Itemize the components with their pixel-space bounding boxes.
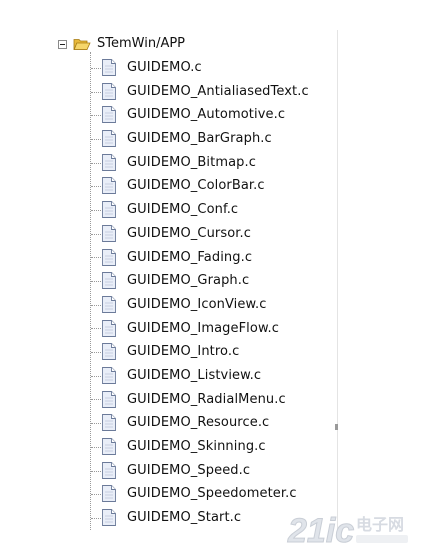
file-item[interactable]: GUIDEMO_ColorBar.c [0, 174, 337, 198]
source-file-icon [102, 485, 116, 503]
file-item-label[interactable]: GUIDEMO_IconView.c [127, 293, 267, 317]
file-item[interactable]: GUIDEMO_Intro.c [0, 340, 337, 364]
file-item[interactable]: GUIDEMO_Resource.c [0, 411, 337, 435]
source-file-icon [102, 295, 116, 313]
file-item-label[interactable]: GUIDEMO_Conf.c [127, 198, 238, 222]
source-file-icon [102, 248, 116, 266]
file-item[interactable]: GUIDEMO_IconView.c [0, 293, 337, 317]
file-item-label[interactable]: GUIDEMO_Bitmap.c [127, 151, 256, 175]
collapse-minus-icon[interactable] [58, 39, 67, 49]
file-item[interactable]: GUIDEMO_Cursor.c [0, 222, 337, 246]
source-file-icon [102, 177, 116, 195]
file-item[interactable]: GUIDEMO_Graph.c [0, 269, 337, 293]
tree-root-node[interactable]: STemWin/APP [58, 34, 185, 54]
source-file-icon [102, 319, 116, 337]
source-file-icon [102, 272, 116, 290]
source-file-icon [102, 366, 116, 384]
file-item-label[interactable]: GUIDEMO_Graph.c [127, 269, 249, 293]
tree-connector-line [91, 209, 101, 211]
file-item[interactable]: GUIDEMO_BarGraph.c [0, 127, 337, 151]
tree-connector-line [91, 446, 101, 448]
pane-border [337, 30, 338, 530]
file-item-label[interactable]: GUIDEMO_Listview.c [127, 364, 261, 388]
tree-connector-line [91, 115, 101, 117]
source-file-icon [102, 106, 116, 124]
file-item-label[interactable]: GUIDEMO_Speed.c [127, 459, 250, 483]
file-item-label[interactable]: GUIDEMO_Fading.c [127, 246, 252, 270]
file-item[interactable]: GUIDEMO_Conf.c [0, 198, 337, 222]
source-file-icon [102, 59, 116, 76]
tree-connector-line [91, 281, 101, 283]
source-file-icon [102, 509, 116, 527]
file-list: GUIDEMO.c GUIDEMO_AntialiasedText.c GUIDEM… [0, 56, 337, 530]
source-file-icon [102, 438, 116, 455]
source-file-icon [102, 461, 116, 479]
file-item[interactable]: GUIDEMO_RadialMenu.c [0, 388, 337, 412]
file-item[interactable]: GUIDEMO_Speedometer.c [0, 482, 337, 506]
tree-connector-line [91, 328, 101, 330]
file-item[interactable]: GUIDEMO_ImageFlow.c [0, 317, 337, 341]
file-item[interactable]: GUIDEMO_Bitmap.c [0, 151, 337, 175]
project-tree-panel: STemWin/APP GUIDEMO.c GUIDEMO_Antialiased… [0, 0, 422, 558]
tree-connector-line [91, 91, 101, 93]
file-item[interactable]: GUIDEMO.c [0, 56, 337, 80]
file-item-label[interactable]: GUIDEMO_Start.c [127, 506, 241, 530]
file-item-label[interactable]: GUIDEMO_Resource.c [127, 411, 269, 435]
tree-connector-line [91, 67, 101, 69]
file-item-label[interactable]: GUIDEMO_RadialMenu.c [127, 388, 286, 412]
tree-connector-line [91, 352, 101, 354]
source-file-icon [102, 82, 116, 100]
file-item[interactable]: GUIDEMO_Listview.c [0, 364, 337, 388]
tree-connector-line [91, 138, 101, 140]
file-item-label[interactable]: GUIDEMO_Cursor.c [127, 222, 251, 246]
source-file-icon [102, 201, 116, 219]
tree-connector-line [91, 517, 101, 519]
file-item-label[interactable]: GUIDEMO_BarGraph.c [127, 127, 272, 151]
file-item-label[interactable]: GUIDEMO_Skinning.c [127, 435, 266, 459]
file-item-label[interactable]: GUIDEMO_AntialiasedText.c [127, 80, 309, 104]
tree-connector-line [91, 375, 101, 377]
tree-connector-line [91, 233, 101, 235]
tree-connector-line [91, 423, 101, 425]
tree-connector-line [91, 257, 101, 259]
file-item-label[interactable]: GUIDEMO_ImageFlow.c [127, 317, 279, 341]
svg-text:21ic: 21ic [287, 512, 354, 550]
file-item[interactable]: GUIDEMO_AntialiasedText.c [0, 80, 337, 104]
tree-connector-line [91, 399, 101, 401]
file-item[interactable]: GUIDEMO_Automotive.c [0, 103, 337, 127]
svg-text:电子网: 电子网 [356, 515, 404, 534]
file-item[interactable]: GUIDEMO_Skinning.c [0, 435, 337, 459]
open-folder-icon [73, 39, 91, 50]
file-item[interactable]: GUIDEMO_Fading.c [0, 246, 337, 270]
source-file-icon [102, 130, 116, 148]
tree-connector-line [91, 186, 101, 188]
file-item-label[interactable]: GUIDEMO.c [127, 56, 202, 80]
file-item-label[interactable]: GUIDEMO_ColorBar.c [127, 174, 265, 198]
tree-connector-line [91, 162, 101, 164]
file-item-label[interactable]: GUIDEMO_Speedometer.c [127, 482, 297, 506]
source-file-icon [102, 343, 116, 361]
source-file-icon [102, 414, 116, 432]
tree-root-label[interactable]: STemWin/APP [97, 34, 185, 54]
tree-connector-line [91, 470, 101, 472]
file-item-label[interactable]: GUIDEMO_Intro.c [127, 340, 239, 364]
source-file-icon [102, 224, 116, 242]
source-file-icon [102, 390, 116, 408]
source-file-icon [102, 153, 116, 171]
site-watermark-logo: 21ic 电子网 [287, 512, 408, 551]
file-item-label[interactable]: GUIDEMO_Automotive.c [127, 103, 285, 127]
tree-connector-line [91, 494, 101, 496]
tree-connector-line [91, 304, 101, 306]
file-item[interactable]: GUIDEMO_Speed.c [0, 459, 337, 483]
